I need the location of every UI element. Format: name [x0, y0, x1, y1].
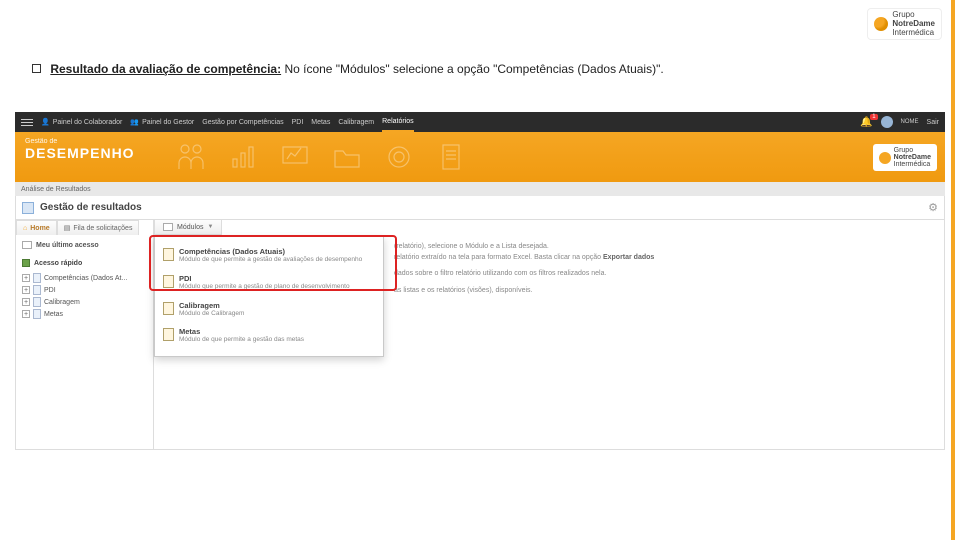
queue-icon: ▤ [64, 224, 71, 232]
breadcrumb-item[interactable]: Análise de Resultados [21, 186, 91, 193]
module-icon [163, 328, 174, 341]
notification-badge: 1 [870, 114, 877, 120]
graph-icon [227, 141, 259, 173]
doc-icon [435, 141, 467, 173]
expand-icon[interactable]: + [22, 286, 30, 294]
instruction-bold: Resultado da avaliação de competência: [50, 62, 281, 76]
tree-item[interactable]: +Calibragem [22, 296, 147, 308]
nav-calibragem[interactable]: Calibragem [338, 119, 374, 126]
background-help-text: (relatório), selecione o Módulo e a List… [394, 242, 936, 296]
brand-logo-top: Grupo NotreDame Intermédica [867, 8, 942, 40]
chevron-down-icon: ▼ [207, 224, 213, 230]
doc-icon [33, 273, 41, 283]
last-access-label: Meu último acesso [36, 242, 99, 249]
hamburger-icon[interactable] [21, 119, 33, 126]
nav-gestao-competencias[interactable]: Gestão por Competências [202, 119, 283, 126]
module-icon [163, 302, 174, 315]
page-icon [22, 202, 34, 214]
dropdown-item-competencias[interactable]: Competências (Dados Atuais) Módulo de qu… [155, 243, 383, 270]
window-icon [22, 241, 32, 249]
last-access-section: Meu último acesso [16, 235, 151, 251]
quick-access-label: Acesso rápido [34, 260, 82, 267]
instruction-rest: No ícone "Módulos" selecione a opção "Co… [284, 62, 663, 76]
module-icon [163, 275, 174, 288]
dropdown-item-calibragem[interactable]: Calibragem Módulo de Calibragem [155, 297, 383, 324]
target-icon [383, 141, 415, 173]
expand-icon[interactable]: + [22, 298, 30, 306]
gear-icon[interactable]: ⚙ [928, 201, 938, 214]
brand-logo-icon [874, 17, 888, 31]
dd-desc: Módulo que permite a gestão de plano de … [179, 283, 350, 291]
doc-icon [33, 297, 41, 307]
module-icon [163, 248, 174, 261]
page-title: Gestão de resultados [40, 202, 142, 213]
page-header: Gestão de resultados ⚙ [15, 196, 945, 220]
expand-icon[interactable]: + [22, 274, 30, 282]
tree-item[interactable]: +Competências (Dados At... [22, 272, 147, 284]
brand-logo-banner: Grupo NotreDame Intermédica [873, 144, 937, 171]
accent-border [951, 0, 955, 540]
doc-icon [33, 285, 41, 295]
top-nav: 👤 Painel do Colaborador 👥 Painel do Gest… [15, 112, 945, 132]
dd-title: Competências (Dados Atuais) [179, 247, 362, 256]
dd-desc: Módulo de que permite a gestão das metas [179, 336, 304, 344]
dropdown-item-metas[interactable]: Metas Módulo de que permite a gestão das… [155, 323, 383, 350]
tree-item[interactable]: +Metas [22, 308, 147, 320]
quick-access-section: Acesso rápido [16, 251, 151, 270]
tab-home[interactable]: ⌂Home [16, 220, 57, 235]
quick-icon [22, 259, 30, 267]
dd-desc: Módulo de Calibragem [179, 310, 244, 318]
board-icon [279, 141, 311, 173]
tree-item[interactable]: +PDI [22, 284, 147, 296]
user-name-label: NOME [901, 119, 919, 125]
nav-relatorios[interactable]: Relatórios [382, 112, 414, 132]
breadcrumb: Análise de Resultados [15, 182, 945, 196]
nav-metas[interactable]: Metas [311, 119, 330, 126]
sidebar: ⌂Home ▤Fila de solicitações Meu último a… [16, 220, 154, 449]
main-panel: Módulos ▼ (relatório), selecione o Módul… [154, 220, 944, 449]
dropdown-item-pdi[interactable]: PDI Módulo que permite a gestão de plano… [155, 270, 383, 297]
instruction-text: Resultado da avaliação de competência: N… [32, 62, 930, 76]
modulos-label: Módulos [177, 224, 203, 231]
expand-icon[interactable]: + [22, 310, 30, 318]
dd-title: Calibragem [179, 301, 244, 310]
modulos-dropdown: Competências (Dados Atuais) Módulo de qu… [154, 236, 384, 357]
modules-icon [163, 223, 173, 231]
notification-bell-icon[interactable]: 🔔1 [860, 117, 872, 128]
dd-desc: Módulo de que permite a gestão de avalia… [179, 256, 362, 264]
tab-fila[interactable]: ▤Fila de solicitações [57, 220, 140, 235]
nav-pdi[interactable]: PDI [292, 119, 304, 126]
folder-icon [331, 141, 363, 173]
tree: +Competências (Dados At... +PDI +Calibra… [16, 270, 151, 326]
brand-logo-icon [879, 152, 891, 164]
nav-painel-colaborador[interactable]: 👤 Painel do Colaborador [41, 118, 122, 126]
banner: Gestão de DESEMPENHO Grupo NotreDame Int… [15, 132, 945, 182]
dd-title: PDI [179, 274, 350, 283]
doc-icon [33, 309, 41, 319]
brand-text: Intermédica [892, 29, 935, 38]
dd-title: Metas [179, 327, 304, 336]
bullet-square-icon [32, 64, 41, 73]
sidebar-tabs: ⌂Home ▤Fila de solicitações [16, 220, 151, 235]
modulos-button[interactable]: Módulos ▼ [154, 220, 222, 235]
banner-decorations [175, 138, 825, 176]
home-icon: ⌂ [23, 225, 27, 232]
app-screenshot: 👤 Painel do Colaborador 👥 Painel do Gest… [15, 112, 945, 450]
people-icon [175, 141, 207, 173]
content-body: ⌂Home ▤Fila de solicitações Meu último a… [15, 220, 945, 450]
nav-painel-gestor[interactable]: 👥 Painel do Gestor [130, 118, 194, 126]
avatar[interactable] [881, 116, 893, 128]
logout-link[interactable]: Sair [927, 119, 939, 126]
